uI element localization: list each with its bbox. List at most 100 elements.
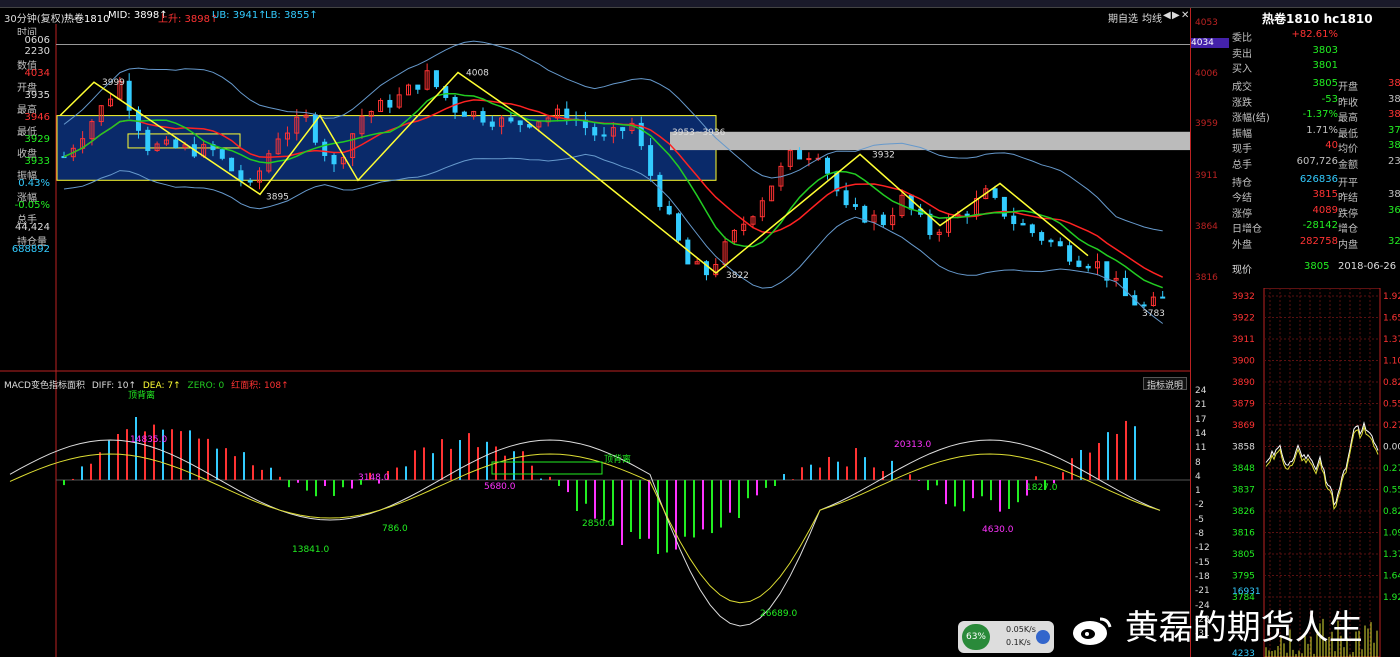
quote-value: +82.61% [1291, 29, 1338, 40]
mini-right-tick: 0.82 [1383, 507, 1400, 517]
macd-area-label: 1827.0 [1026, 483, 1058, 493]
quote-value: 38 [1388, 93, 1400, 105]
quote-label: 外盘 [1232, 239, 1252, 251]
candle [880, 214, 886, 226]
candle [508, 117, 514, 122]
candle [824, 157, 830, 174]
candle [797, 150, 803, 160]
candle [480, 111, 486, 123]
mini-right-tick: 0.00 [1383, 443, 1400, 453]
mini-right-tick: 1.92 [1383, 593, 1400, 603]
price-tick: 4006 [1195, 68, 1218, 79]
candle [843, 190, 849, 206]
indicator-help-button[interactable]: 指标说明 [1143, 377, 1187, 391]
quote-value: 37 [1388, 124, 1400, 136]
candle [219, 149, 225, 159]
tab-ma[interactable]: 均线 [1142, 10, 1162, 25]
quote-value: 282758 [1299, 235, 1338, 247]
candle [517, 120, 523, 126]
candle [247, 180, 253, 183]
quote-title: 热卷1810 hc1810 [1262, 12, 1373, 26]
toolbar [0, 0, 1400, 8]
quote-value: 3803 [1312, 44, 1338, 56]
quote-row: 涨停 4089 跌停 36 [1230, 204, 1400, 220]
price-annotation: 3783 [1142, 309, 1165, 319]
quote-value: 38 [1388, 140, 1400, 151]
download-speed: 0.1K/s [1006, 638, 1031, 647]
quote-value: -53 [1321, 93, 1338, 105]
price-annotation: 3999 [102, 78, 125, 88]
cursor-value: 4034 [24, 68, 50, 79]
weibo-logo-icon [1070, 613, 1114, 647]
prev-arrow-icon[interactable]: ◀ [1163, 10, 1171, 21]
candle [1122, 277, 1128, 297]
candle [657, 174, 663, 207]
mini-bottom-label: 4233 [1232, 649, 1255, 657]
macd-tick: -2 [1195, 500, 1204, 511]
macd-tick: -8 [1195, 529, 1204, 539]
mini-left-tick: 3879 [1232, 400, 1255, 410]
network-status-widget[interactable]: 63% 0.05K/s 0.1K/s [958, 621, 1054, 653]
price-tick: 3959 [1195, 119, 1218, 130]
price-annotation: 3895 [266, 192, 289, 202]
cursor-value: 0606 [2, 35, 50, 46]
candle [322, 141, 328, 156]
mini-right-tick: 1.37 [1383, 550, 1400, 560]
quote-value: 3805 [1312, 78, 1338, 89]
mini-left-tick: 3805 [1232, 550, 1255, 560]
macd-tick: -5 [1195, 514, 1204, 525]
price-annotation: 3953~3936 [672, 128, 726, 138]
candle [1011, 215, 1017, 225]
macd-tick: -15 [1195, 557, 1210, 568]
quote-value: 4089 [1312, 204, 1338, 216]
quote-row: 委比 +82.61% [1230, 28, 1400, 44]
quote-label: 涨停 [1232, 208, 1252, 220]
mini-right-tick: 1.92 [1383, 292, 1400, 302]
price-annotation: 3932 [872, 150, 895, 160]
quote-row: 外盘 282758内盘 3249 [1230, 235, 1400, 251]
macd-tick: 21 [1195, 400, 1207, 411]
close-icon[interactable]: ✕ [1181, 10, 1189, 21]
period-label[interactable]: 30分钟(复权) [4, 10, 65, 25]
quote-row: 总手 607,726金额 231.9 [1230, 155, 1400, 171]
quote-value: 3815 [1312, 189, 1338, 200]
candle [489, 121, 495, 127]
macd-area-label: 26689.0 [760, 609, 797, 619]
tab-watchlist[interactable]: 期自选 [1108, 10, 1138, 25]
weibo-watermark: 黄磊的期货人生 [1070, 600, 1363, 649]
quote-label: 跌停 [1338, 208, 1358, 220]
macd-area-label: 4630.0 [982, 525, 1014, 535]
candle [1076, 260, 1082, 267]
candle [648, 145, 654, 176]
mini-left-tick: 3816 [1232, 529, 1255, 539]
candle [564, 108, 570, 120]
quote-label: 总手 [1232, 159, 1252, 171]
mini-left-tick: 3848 [1232, 464, 1255, 474]
macd-tick: -21 [1195, 586, 1210, 597]
quote-row: 涨跌 -53 昨收 38 [1230, 93, 1400, 109]
macd-area-label: 20313.0 [894, 440, 931, 450]
quote-label: 增仓 [1338, 224, 1358, 235]
mini-right-tick: 1.09 [1383, 529, 1400, 539]
candle [331, 154, 337, 165]
price-chart[interactable]: 3999 3895 4008 3953~3936 3822 3932 3783 14835.0… [0, 24, 1190, 657]
macd-name: MACD变色指标面积 [4, 381, 85, 391]
candle [806, 158, 812, 161]
quote-value: -1.37% [1302, 109, 1338, 120]
candle [1048, 239, 1054, 243]
price-scale: 4053 4034 4006 3959 3911 3864 3816 24 21 17 14 11 8 4… [1190, 8, 1230, 657]
macd-area-label: 2850.0 [582, 519, 614, 529]
quote-label: 买入 [1232, 64, 1252, 75]
mini-right-tick: 0.82 [1383, 378, 1400, 388]
quote-label: 开平 [1338, 177, 1358, 189]
next-arrow-icon[interactable]: ▶ [1172, 10, 1180, 21]
candle [992, 188, 998, 198]
quote-label: 卖出 [1232, 48, 1252, 60]
watermark-text: 黄磊的期货人生 [1124, 608, 1363, 648]
candle [1057, 241, 1063, 247]
macd-tick: 14 [1195, 428, 1207, 439]
price-tick: 3816 [1195, 273, 1218, 284]
candle [1029, 224, 1035, 234]
quote-row: 现手 40 均价 38 [1230, 139, 1400, 155]
candle [415, 84, 421, 90]
